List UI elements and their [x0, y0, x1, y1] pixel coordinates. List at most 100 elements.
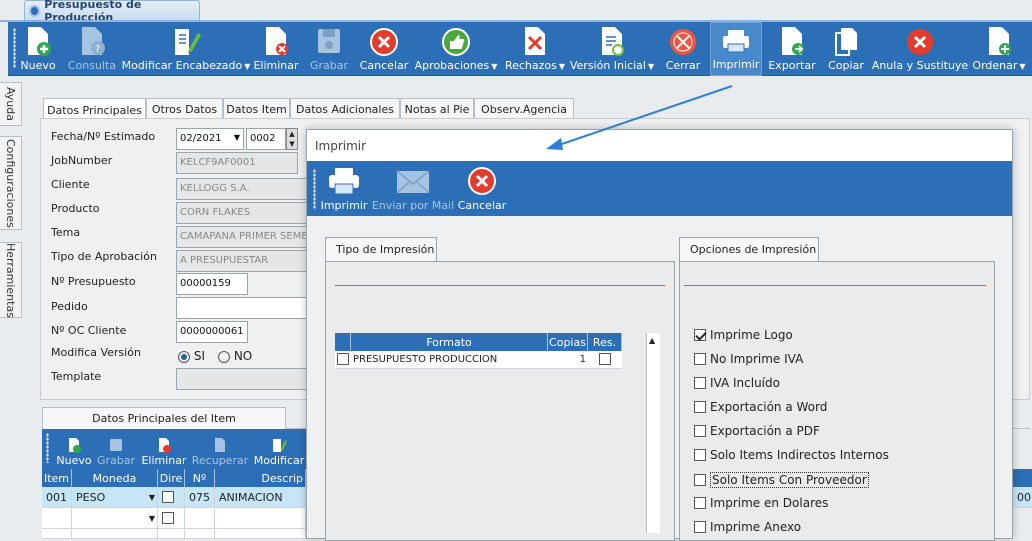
option-imprime-dolares[interactable]: Imprime en Dolares	[694, 496, 828, 510]
presupuesto-field[interactable]: 00000159	[176, 273, 248, 295]
anula-sustituye-button[interactable]: Anula y Sustituye	[872, 22, 968, 76]
tab-observ-agencia[interactable]: Observ.Agencia	[474, 98, 574, 120]
col-moneda[interactable]: Moneda	[72, 469, 158, 487]
dialog-title[interactable]: Imprimir	[307, 130, 1012, 161]
table-row-dire[interactable]	[158, 529, 185, 539]
format-scrollbar[interactable]: ▲	[646, 333, 660, 533]
option-solo-items-proveedor[interactable]: Solo Items Con Proveedor	[694, 472, 869, 488]
table-row-numero[interactable]	[185, 508, 215, 529]
dialog-toolbar-grip[interactable]	[313, 169, 316, 209]
format-col-formato[interactable]: Formato	[351, 333, 548, 351]
table-row-moneda[interactable]: ▼	[72, 508, 158, 529]
toolbar-grip[interactable]	[13, 28, 16, 68]
table-row-item[interactable]	[42, 529, 72, 539]
col-dire[interactable]: Dire	[158, 469, 185, 487]
tab-tipo-impresion[interactable]: Tipo de Impresión	[325, 237, 437, 261]
aprobaciones-button[interactable]: Aprobaciones ▼	[415, 22, 497, 76]
format-col-res[interactable]: Res.	[588, 333, 622, 351]
option-exportacion-word[interactable]: Exportación a Word	[694, 400, 827, 414]
item-grabar-button[interactable]: Grabar	[96, 429, 136, 469]
exportar-button[interactable]: Exportar	[768, 22, 816, 76]
tab-datos-item[interactable]: Datos Item	[223, 98, 290, 120]
version-inicial-button[interactable]: Versión Inicial ▼	[570, 22, 654, 76]
option-checkbox[interactable]	[694, 474, 706, 486]
radio-no-indicator[interactable]	[218, 350, 230, 363]
radio-no[interactable]: NO	[218, 349, 252, 363]
table-row-descrip[interactable]	[215, 508, 306, 529]
dire-checkbox[interactable]	[162, 491, 174, 503]
tab-datos-adicionales[interactable]: Datos Adicionales	[290, 98, 400, 120]
table-row-dire[interactable]	[158, 487, 185, 508]
window-tab[interactable]: Presupuesto de Producción	[24, 0, 200, 24]
template-field[interactable]	[176, 368, 308, 390]
table-row-moneda[interactable]	[72, 529, 158, 539]
option-checkbox[interactable]	[694, 353, 706, 365]
item-eliminar-button[interactable]: Eliminar	[141, 429, 187, 469]
table-row[interactable]: PRESUPUESTO PRODUCCION 1	[335, 351, 622, 369]
scroll-up-icon[interactable]: ▲	[649, 336, 655, 345]
modificar-encabezado-button[interactable]: Modificar Encabezado ▼	[122, 22, 250, 76]
imprimir-button[interactable]: Imprimir	[710, 22, 762, 76]
table-row-item[interactable]	[42, 508, 72, 529]
side-tab-configuraciones[interactable]: Configuraciones	[0, 136, 22, 230]
tab-datos-principales-item[interactable]: Datos Principales del Item	[42, 407, 286, 429]
col-item[interactable]: Item	[42, 469, 72, 487]
format-row-select-checkbox[interactable]	[337, 353, 349, 365]
col-descrip[interactable]: Descrip	[215, 469, 306, 487]
option-solo-items-indirectos[interactable]: Solo Items Indirectos Internos	[694, 448, 889, 462]
producto-field[interactable]: CORN FLAKES	[176, 202, 308, 224]
table-row-descrip[interactable]: ANIMACION	[215, 487, 306, 508]
eliminar-button[interactable]: Eliminar	[253, 22, 299, 76]
jobnumber-field[interactable]: KELCF9AF0001	[176, 152, 298, 174]
option-checkbox[interactable]	[694, 521, 706, 533]
ordenar-button[interactable]: Ordenar ▼	[970, 22, 1028, 76]
chevron-down-icon[interactable]: ▼	[149, 514, 155, 523]
option-checkbox[interactable]	[694, 497, 706, 509]
grabar-button[interactable]: Grabar	[308, 22, 350, 76]
tab-notas-al-pie[interactable]: Notas al Pie	[400, 98, 474, 120]
items-toolbar-grip[interactable]	[46, 433, 49, 463]
estimado-stepper[interactable]: ▲ ▼	[286, 128, 298, 150]
side-tab-herramientas[interactable]: Herramientas	[0, 242, 22, 318]
option-checkbox[interactable]	[694, 401, 706, 413]
option-iva-incluido[interactable]: IVA Incluído	[694, 376, 780, 390]
table-row-descrip[interactable]	[215, 529, 306, 539]
radio-si[interactable]: SI	[178, 349, 205, 363]
fecha-mes-select[interactable]: 02/2021 ▼	[176, 128, 244, 150]
item-recuperar-button[interactable]: Recuperar	[192, 429, 248, 469]
format-col-copias[interactable]: Copias	[548, 333, 588, 351]
option-exportacion-pdf[interactable]: Exportación a PDF	[694, 424, 820, 438]
item-modificar-button[interactable]: Modificar	[254, 429, 304, 469]
nuevo-button[interactable]: Nuevo	[18, 22, 58, 76]
item-nuevo-button[interactable]: Nuevo	[56, 429, 92, 469]
option-checkbox[interactable]	[694, 425, 706, 437]
table-row-moneda[interactable]: PESO ▼	[72, 487, 158, 508]
dialog-cancelar-button[interactable]: Cancelar	[457, 161, 507, 216]
option-no-imprime-iva[interactable]: No Imprime IVA	[694, 352, 803, 366]
format-row-res-checkbox[interactable]	[599, 353, 611, 365]
option-imprime-anexo[interactable]: Imprime Anexo	[694, 520, 801, 534]
tipo-aprobacion-field[interactable]: A PRESUPUESTAR	[176, 250, 308, 272]
radio-si-indicator[interactable]	[178, 350, 190, 363]
option-checkbox[interactable]	[694, 329, 706, 341]
table-row-numero[interactable]: 075	[185, 487, 215, 508]
estimado-input[interactable]: 0002	[246, 128, 286, 150]
col-numero[interactable]: Nº	[185, 469, 215, 487]
tab-opciones-impresion[interactable]: Opciones de Impresión	[679, 237, 819, 261]
table-row-item[interactable]: 001	[42, 487, 72, 508]
dialog-enviar-mail-button[interactable]: Enviar por Mail	[372, 161, 454, 216]
dire-checkbox[interactable]	[162, 512, 174, 524]
table-row-numero[interactable]	[185, 529, 215, 539]
table-row-right-value[interactable]: 00	[1013, 487, 1032, 508]
tema-field[interactable]: CAMAPANA PRIMER SEMEST	[176, 226, 308, 248]
rechazos-button[interactable]: Rechazos ▼	[502, 22, 568, 76]
pedido-field[interactable]	[176, 297, 308, 319]
option-imprime-logo[interactable]: Imprime Logo	[694, 328, 793, 342]
cerrar-button[interactable]: Cerrar	[662, 22, 704, 76]
cliente-field[interactable]: KELLOGG S.A.	[176, 178, 308, 200]
tab-otros-datos[interactable]: Otros Datos	[146, 98, 223, 120]
option-checkbox[interactable]	[694, 377, 706, 389]
consulta-button[interactable]: ? Consulta	[66, 22, 118, 76]
dialog-imprimir-button[interactable]: Imprimir	[321, 161, 367, 216]
oc-cliente-field[interactable]: 0000000061	[176, 321, 248, 343]
